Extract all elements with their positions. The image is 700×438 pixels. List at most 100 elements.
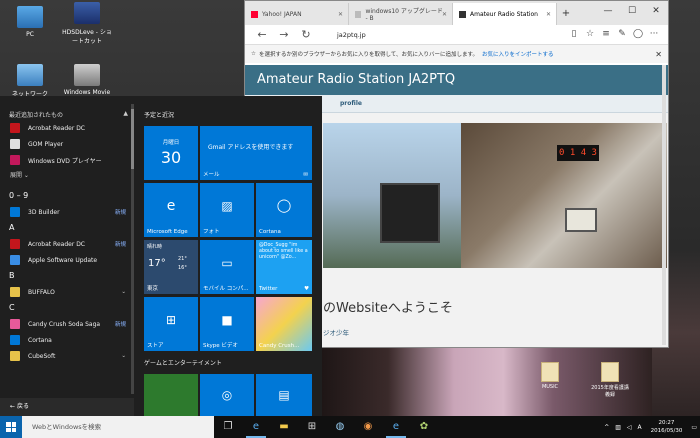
groove-tile[interactable]: ◎: [200, 374, 254, 416]
tab-yahoo[interactable]: Yahoo! JAPAN ✕: [245, 3, 349, 25]
edge-icon: e: [166, 197, 176, 214]
movies-tile[interactable]: ▤: [256, 374, 312, 416]
close-tab-icon[interactable]: ✕: [546, 11, 551, 18]
hub-icon[interactable]: ≡: [598, 29, 614, 39]
system-tray: ^ ▥ ◁ A 20:27 2016/05/30 ▭: [601, 419, 700, 435]
favorite-star-icon[interactable]: ☆: [582, 29, 598, 39]
clock[interactable]: 20:27 2016/05/30: [651, 419, 683, 435]
site-title: Amateur Radio Station JA2PTQ: [245, 65, 668, 95]
ie-icon[interactable]: e: [382, 416, 410, 438]
store-tile[interactable]: ⊞ ストア: [144, 297, 198, 351]
letter-heading[interactable]: C: [0, 300, 134, 316]
chevron-down-icon: ⌄: [121, 353, 126, 359]
desktop-file-music[interactable]: MUSIC: [530, 362, 570, 390]
close-tab-icon[interactable]: ✕: [442, 11, 447, 18]
volume-icon[interactable]: ◁: [627, 424, 632, 431]
task-view-icon[interactable]: ❐: [214, 416, 242, 438]
web-note-icon[interactable]: ✎: [614, 29, 630, 39]
weather-tile[interactable]: 晴れ時 17° 21° 16° 東京: [144, 240, 198, 294]
letter-heading[interactable]: 0 – 9: [0, 188, 134, 204]
mail-tile[interactable]: Gmail アドレスを使用できます メール ✉: [200, 126, 312, 180]
desktop-icon-network[interactable]: ネットワーク: [5, 64, 55, 98]
desktop-icon-pc[interactable]: PC: [5, 6, 55, 38]
windows-logo-icon: [6, 422, 16, 432]
page-favicon: [459, 10, 466, 18]
list-item[interactable]: Acrobat Reader DC: [0, 120, 134, 136]
new-tab-button[interactable]: +: [557, 3, 575, 25]
paint-icon[interactable]: ✿: [410, 416, 438, 438]
reading-view-icon[interactable]: ▯: [566, 29, 582, 39]
list-item[interactable]: Acrobat Reader DC 新規: [0, 236, 134, 252]
photos-tile[interactable]: ▨ フォト: [200, 183, 254, 237]
list-item[interactable]: Windows DVD プレイヤー: [0, 152, 134, 168]
letter-heading[interactable]: A: [0, 220, 134, 236]
close-window-icon[interactable]: ✕: [644, 1, 668, 21]
start-menu: 最近追加されたもの ▲ Acrobat Reader DC GOM Player…: [0, 96, 322, 416]
scroll-thumb[interactable]: [131, 109, 134, 169]
nav-profile-link[interactable]: profile: [340, 100, 362, 107]
minimize-icon[interactable]: —: [596, 1, 620, 21]
network-icon: [17, 64, 43, 86]
desktop-icon-hdsdleve[interactable]: HDSDLeve - ショートカット: [62, 2, 112, 45]
candy-crush-icon: [10, 319, 20, 329]
maximize-icon[interactable]: ☐: [620, 1, 644, 21]
desktop-file-lecture[interactable]: 2015年度看護講義録: [590, 362, 630, 398]
close-icon[interactable]: ✕: [655, 50, 662, 59]
folder-icon: [10, 351, 20, 361]
photos-icon: ▨: [221, 198, 233, 213]
xbox-tile[interactable]: [144, 374, 198, 416]
store-taskbar-icon[interactable]: ⊞: [298, 416, 326, 438]
cortana-icon: ◯: [276, 198, 292, 214]
list-item[interactable]: CubeSoft ⌄: [0, 348, 134, 364]
video-camera-icon: ■: [221, 312, 233, 327]
list-item[interactable]: Cortana: [0, 332, 134, 348]
list-item[interactable]: BUFFALO ⌄: [0, 284, 134, 300]
ime-indicator[interactable]: A: [638, 424, 642, 431]
page-scrollbar[interactable]: [662, 65, 666, 345]
chrome-icon[interactable]: ◉: [354, 416, 382, 438]
back-arrow-icon[interactable]: ←: [251, 28, 273, 41]
more-icon[interactable]: ···: [646, 29, 662, 39]
file-icon: [601, 362, 619, 382]
chevron-up-icon[interactable]: ^: [604, 424, 609, 431]
app-list-scrollbar[interactable]: [131, 104, 134, 394]
file-explorer-icon[interactable]: ▬: [270, 416, 298, 438]
share-icon[interactable]: ◯: [630, 29, 646, 39]
list-item[interactable]: Candy Crush Soda Saga 新規: [0, 316, 134, 332]
search-input[interactable]: WebとWindowsを検索: [22, 416, 214, 438]
letter-heading[interactable]: B: [0, 268, 134, 284]
twitter-tile[interactable]: @Doc_Sugg "im about to smell like a unic…: [256, 240, 312, 294]
dvd-player-icon: [10, 155, 20, 165]
close-tab-icon[interactable]: ✕: [338, 11, 343, 18]
address-input[interactable]: ja2ptq.jp: [337, 31, 366, 39]
refresh-icon[interactable]: ↻: [295, 28, 317, 41]
expand-button[interactable]: 展開 ⌄: [0, 168, 134, 184]
acrobat-icon: [10, 239, 20, 249]
list-item[interactable]: 3D Builder 新規: [0, 204, 134, 220]
back-button[interactable]: ← 戻る: [0, 398, 134, 416]
address-bar-row: ← → ↻ ja2ptq.jp ▯ ☆ ≡ ✎ ◯ ···: [245, 25, 668, 45]
app-taskbar-icon[interactable]: ◍: [326, 416, 354, 438]
gom-player-icon: [10, 139, 20, 149]
edge-taskbar-icon[interactable]: e: [242, 416, 270, 438]
candy-crush-tile[interactable]: Candy Crush...: [256, 297, 312, 351]
forward-arrow-icon[interactable]: →: [273, 28, 295, 41]
list-item[interactable]: GOM Player: [0, 136, 134, 152]
store-bag-icon: ⊞: [165, 312, 177, 327]
connect-tile[interactable]: ▭ モバイル コンパ...: [200, 240, 254, 294]
list-item[interactable]: Apple Software Update: [0, 252, 134, 268]
import-favorites-link[interactable]: お気に入りをインポートする: [482, 50, 554, 58]
tab-windows10[interactable]: windows10 アップグレード - B ✕: [349, 3, 453, 25]
calendar-tile[interactable]: 月曜日 30: [144, 126, 198, 180]
tab-amateur-radio[interactable]: Amateur Radio Station ✕: [453, 3, 557, 25]
network-icon[interactable]: ▥: [615, 424, 621, 431]
3d-builder-icon: [10, 207, 20, 217]
edge-tile[interactable]: e Microsoft Edge: [144, 183, 198, 237]
start-button[interactable]: [0, 416, 22, 438]
notification-icon[interactable]: ▭: [691, 424, 697, 431]
movie-maker-icon: [74, 64, 100, 86]
collapse-up-icon[interactable]: ▲: [123, 110, 128, 117]
favbar-star-icon: ☆: [251, 51, 256, 57]
skype-video-tile[interactable]: ■ Skype ビデオ: [200, 297, 254, 351]
cortana-tile[interactable]: ◯ Cortana: [256, 183, 312, 237]
